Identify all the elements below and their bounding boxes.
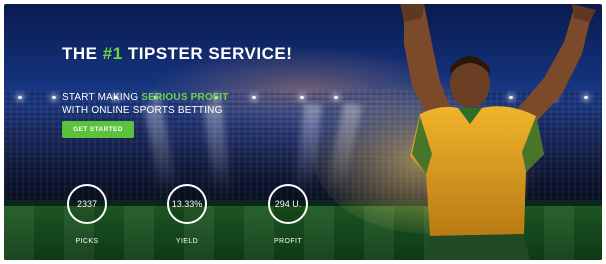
stat-profit: 294 U. PROFIT (263, 184, 313, 245)
stat-label: PICKS (75, 238, 99, 245)
stat-yield: 13.33% YIELD (162, 184, 212, 245)
hero-subtitle: START MAKING SERIOUS PROFIT WITH ONLINE … (62, 92, 229, 116)
stat-value-circle: 294 U. (268, 184, 308, 224)
headline-accent: #1 (102, 44, 123, 63)
hero-banner: THE #1 TIPSTER SERVICE! START MAKING SER… (4, 4, 602, 260)
stat-picks: 2337 PICKS (62, 184, 112, 245)
stat-value-circle: 13.33% (167, 184, 207, 224)
stat-value-circle: 2337 (67, 184, 107, 224)
page-title: THE #1 TIPSTER SERVICE! (62, 44, 293, 63)
stat-label: PROFIT (273, 238, 303, 245)
celebrating-player-image (312, 4, 596, 260)
stat-label: YIELD (175, 238, 199, 245)
hero-text-block: THE #1 TIPSTER SERVICE! START MAKING SER… (62, 44, 292, 117)
subtitle-accent: SERIOUS PROFIT (141, 92, 229, 103)
get-started-button[interactable]: GET STARTED (62, 121, 134, 138)
